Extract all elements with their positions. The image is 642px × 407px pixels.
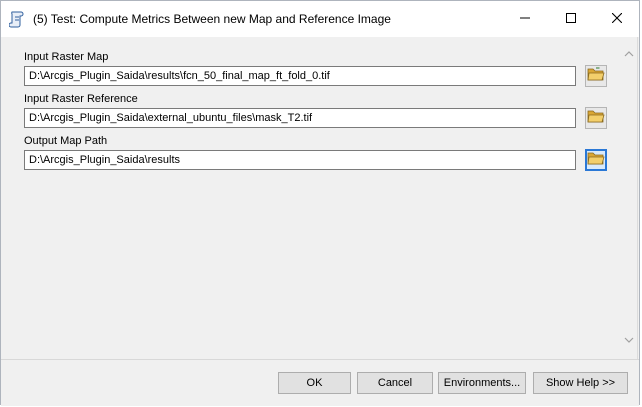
tool-dialog-window: (5) Test: Compute Metrics Between new Ma…	[0, 0, 640, 406]
environments-button[interactable]: Environments...	[438, 372, 526, 394]
output-map-path-browse-button[interactable]	[585, 149, 607, 171]
show-help-button[interactable]: Show Help >>	[533, 372, 628, 394]
open-folder-icon	[587, 67, 605, 85]
chevron-down-icon[interactable]	[624, 335, 634, 343]
close-icon	[611, 12, 623, 26]
input-raster-reference-browse-button[interactable]	[585, 107, 607, 129]
maximize-icon	[566, 12, 576, 26]
script-tool-icon	[8, 10, 25, 28]
close-button[interactable]	[594, 1, 640, 37]
input-raster-reference-field[interactable]: D:\Arcgis_Plugin_Saida\external_ubuntu_f…	[24, 108, 576, 128]
minimize-icon	[520, 13, 530, 26]
minimize-button[interactable]	[502, 1, 548, 37]
cancel-button[interactable]: Cancel	[357, 372, 433, 394]
input-raster-map-label: Input Raster Map	[24, 51, 109, 63]
input-raster-map-field[interactable]: D:\Arcgis_Plugin_Saida\results\fcn_50_fi…	[24, 66, 576, 86]
vertical-scrollbar[interactable]	[621, 39, 637, 357]
chevron-up-icon[interactable]	[624, 49, 634, 57]
title-bar[interactable]: (5) Test: Compute Metrics Between new Ma…	[1, 1, 639, 37]
output-map-path-field[interactable]: D:\Arcgis_Plugin_Saida\results	[24, 150, 576, 170]
output-map-path-label: Output Map Path	[24, 135, 108, 147]
open-folder-icon	[587, 109, 605, 127]
input-raster-map-browse-button[interactable]	[585, 65, 607, 87]
window-title: (5) Test: Compute Metrics Between new Ma…	[33, 12, 391, 26]
dialog-footer: OK Cancel Environments... Show Help >>	[1, 359, 639, 406]
input-raster-reference-label: Input Raster Reference	[24, 93, 138, 105]
parameters-panel: Input Raster Map D:\Arcgis_Plugin_Saida\…	[3, 37, 638, 359]
ok-button[interactable]: OK	[278, 372, 351, 394]
maximize-button[interactable]	[548, 1, 594, 37]
open-folder-icon	[587, 151, 605, 169]
